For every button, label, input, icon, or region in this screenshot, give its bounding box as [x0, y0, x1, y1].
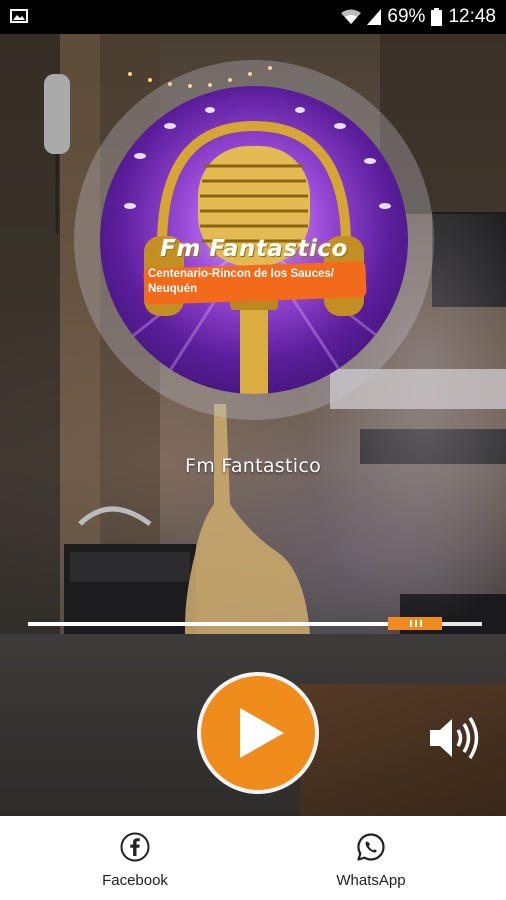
- battery-icon: [431, 8, 443, 26]
- image-notification-icon: [10, 9, 28, 23]
- bottom-nav: Facebook WhatsApp: [0, 816, 506, 900]
- whatsapp-icon: [357, 833, 385, 861]
- logo-subtitle: Centenario-Rincon de los Sauces/ Neuquén: [148, 267, 368, 297]
- play-icon: [240, 708, 284, 758]
- signal-icon: [367, 9, 382, 25]
- wifi-icon: [341, 9, 362, 24]
- play-button[interactable]: [201, 676, 315, 790]
- station-title: Fm Fantastico: [184, 455, 322, 477]
- station-logo: Fm Fantastico Centenario-Rincon de los S…: [100, 86, 408, 394]
- whatsapp-button[interactable]: WhatsApp: [311, 816, 431, 900]
- facebook-label: Facebook: [102, 872, 168, 889]
- logo-subtitle-line1: Centenario-Rincon de los Sauces/: [148, 268, 334, 280]
- logo-subtitle-line2: Neuquén: [148, 283, 198, 295]
- clock: 12:48: [448, 6, 496, 27]
- logo-brand-text: Fm Fantastico: [160, 236, 348, 262]
- stream-progress-handle[interactable]: [388, 617, 442, 630]
- facebook-icon: [120, 832, 150, 862]
- battery-percent: 69%: [387, 6, 426, 27]
- status-bar: 69% 12:48: [0, 0, 506, 34]
- volume-icon[interactable]: [430, 715, 482, 761]
- facebook-button[interactable]: Facebook: [75, 816, 195, 900]
- whatsapp-label: WhatsApp: [336, 872, 406, 889]
- stream-progress-fill: [28, 622, 405, 626]
